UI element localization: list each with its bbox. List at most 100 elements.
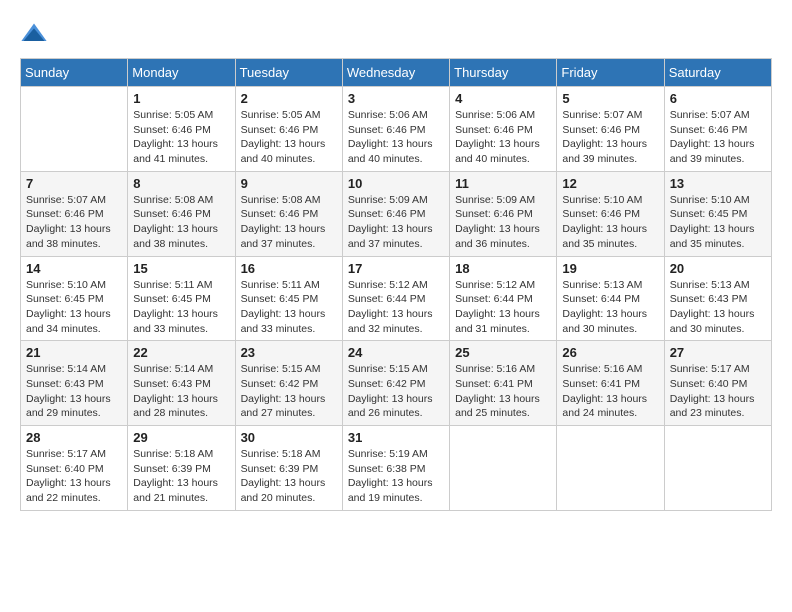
day-info: Sunrise: 5:12 AM Sunset: 6:44 PM Dayligh… [348, 278, 444, 337]
day-number: 5 [562, 91, 658, 106]
calendar-cell: 11 Sunrise: 5:09 AM Sunset: 6:46 PM Dayli… [450, 171, 557, 256]
calendar-cell: 22 Sunrise: 5:14 AM Sunset: 6:43 PM Dayli… [128, 341, 235, 426]
weekday-sunday: Sunday [21, 59, 128, 87]
day-info: Sunrise: 5:17 AM Sunset: 6:40 PM Dayligh… [670, 362, 766, 421]
day-number: 16 [241, 261, 337, 276]
calendar-cell [450, 426, 557, 511]
calendar-cell: 5 Sunrise: 5:07 AM Sunset: 6:46 PM Daylig… [557, 87, 664, 172]
calendar-cell: 19 Sunrise: 5:13 AM Sunset: 6:44 PM Dayli… [557, 256, 664, 341]
day-info: Sunrise: 5:18 AM Sunset: 6:39 PM Dayligh… [241, 447, 337, 506]
calendar-cell: 20 Sunrise: 5:13 AM Sunset: 6:43 PM Dayli… [664, 256, 771, 341]
calendar-cell: 6Sunrise: 5:07 AM Sunset: 6:46 PM Daylig… [664, 87, 771, 172]
day-info: Sunrise: 5:08 AM Sunset: 6:46 PM Dayligh… [133, 193, 229, 252]
day-number: 20 [670, 261, 766, 276]
calendar-cell: 31Sunrise: 5:19 AM Sunset: 6:38 PM Dayli… [342, 426, 449, 511]
calendar-cell: 24 Sunrise: 5:15 AM Sunset: 6:42 PM Dayli… [342, 341, 449, 426]
calendar-cell: 9 Sunrise: 5:08 AM Sunset: 6:46 PM Daylig… [235, 171, 342, 256]
calendar-cell: 12 Sunrise: 5:10 AM Sunset: 6:46 PM Dayli… [557, 171, 664, 256]
day-number: 27 [670, 345, 766, 360]
calendar-cell: 28Sunrise: 5:17 AM Sunset: 6:40 PM Dayli… [21, 426, 128, 511]
day-number: 10 [348, 176, 444, 191]
day-number: 14 [26, 261, 122, 276]
calendar-cell [664, 426, 771, 511]
calendar-cell: 2 Sunrise: 5:05 AM Sunset: 6:46 PM Daylig… [235, 87, 342, 172]
calendar-cell [21, 87, 128, 172]
day-info: Sunrise: 5:09 AM Sunset: 6:46 PM Dayligh… [455, 193, 551, 252]
day-number: 17 [348, 261, 444, 276]
day-info: Sunrise: 5:14 AM Sunset: 6:43 PM Dayligh… [26, 362, 122, 421]
day-info: Sunrise: 5:18 AM Sunset: 6:39 PM Dayligh… [133, 447, 229, 506]
day-info: Sunrise: 5:07 AM Sunset: 6:46 PM Dayligh… [670, 108, 766, 167]
calendar-cell: 18 Sunrise: 5:12 AM Sunset: 6:44 PM Dayli… [450, 256, 557, 341]
day-number: 4 [455, 91, 551, 106]
calendar-cell: 8 Sunrise: 5:08 AM Sunset: 6:46 PM Daylig… [128, 171, 235, 256]
weekday-monday: Monday [128, 59, 235, 87]
day-number: 7 [26, 176, 122, 191]
day-info: Sunrise: 5:16 AM Sunset: 6:41 PM Dayligh… [455, 362, 551, 421]
day-info: Sunrise: 5:07 AM Sunset: 6:46 PM Dayligh… [26, 193, 122, 252]
day-info: Sunrise: 5:10 AM Sunset: 6:46 PM Dayligh… [562, 193, 658, 252]
day-info: Sunrise: 5:10 AM Sunset: 6:45 PM Dayligh… [26, 278, 122, 337]
week-row-1: 1 Sunrise: 5:05 AM Sunset: 6:46 PM Daylig… [21, 87, 772, 172]
weekday-thursday: Thursday [450, 59, 557, 87]
day-info: Sunrise: 5:06 AM Sunset: 6:46 PM Dayligh… [348, 108, 444, 167]
day-number: 9 [241, 176, 337, 191]
calendar-cell: 25Sunrise: 5:16 AM Sunset: 6:41 PM Dayli… [450, 341, 557, 426]
weekday-tuesday: Tuesday [235, 59, 342, 87]
calendar-cell: 4 Sunrise: 5:06 AM Sunset: 6:46 PM Daylig… [450, 87, 557, 172]
day-number: 12 [562, 176, 658, 191]
day-info: Sunrise: 5:13 AM Sunset: 6:43 PM Dayligh… [670, 278, 766, 337]
calendar-cell: 17 Sunrise: 5:12 AM Sunset: 6:44 PM Dayli… [342, 256, 449, 341]
week-row-2: 7 Sunrise: 5:07 AM Sunset: 6:46 PM Daylig… [21, 171, 772, 256]
day-info: Sunrise: 5:14 AM Sunset: 6:43 PM Dayligh… [133, 362, 229, 421]
calendar-cell: 7 Sunrise: 5:07 AM Sunset: 6:46 PM Daylig… [21, 171, 128, 256]
day-number: 24 [348, 345, 444, 360]
calendar-table: SundayMondayTuesdayWednesdayThursdayFrid… [20, 58, 772, 511]
day-info: Sunrise: 5:12 AM Sunset: 6:44 PM Dayligh… [455, 278, 551, 337]
day-number: 2 [241, 91, 337, 106]
day-info: Sunrise: 5:05 AM Sunset: 6:46 PM Dayligh… [241, 108, 337, 167]
logo [20, 20, 50, 48]
calendar-cell [557, 426, 664, 511]
day-number: 3 [348, 91, 444, 106]
logo-icon [20, 20, 48, 48]
calendar-cell: 14 Sunrise: 5:10 AM Sunset: 6:45 PM Dayli… [21, 256, 128, 341]
day-number: 18 [455, 261, 551, 276]
day-info: Sunrise: 5:06 AM Sunset: 6:46 PM Dayligh… [455, 108, 551, 167]
day-info: Sunrise: 5:13 AM Sunset: 6:44 PM Dayligh… [562, 278, 658, 337]
day-info: Sunrise: 5:17 AM Sunset: 6:40 PM Dayligh… [26, 447, 122, 506]
day-number: 11 [455, 176, 551, 191]
calendar-cell: 15Sunrise: 5:11 AM Sunset: 6:45 PM Dayli… [128, 256, 235, 341]
calendar-cell: 13 Sunrise: 5:10 AM Sunset: 6:45 PM Dayli… [664, 171, 771, 256]
calendar-cell: 21 Sunrise: 5:14 AM Sunset: 6:43 PM Dayli… [21, 341, 128, 426]
calendar-cell: 27 Sunrise: 5:17 AM Sunset: 6:40 PM Dayli… [664, 341, 771, 426]
day-info: Sunrise: 5:11 AM Sunset: 6:45 PM Dayligh… [133, 278, 229, 337]
day-number: 1 [133, 91, 229, 106]
weekday-header-row: SundayMondayTuesdayWednesdayThursdayFrid… [21, 59, 772, 87]
day-info: Sunrise: 5:08 AM Sunset: 6:46 PM Dayligh… [241, 193, 337, 252]
day-number: 29 [133, 430, 229, 445]
day-number: 13 [670, 176, 766, 191]
weekday-wednesday: Wednesday [342, 59, 449, 87]
day-info: Sunrise: 5:19 AM Sunset: 6:38 PM Dayligh… [348, 447, 444, 506]
page-header [20, 20, 772, 48]
day-info: Sunrise: 5:10 AM Sunset: 6:45 PM Dayligh… [670, 193, 766, 252]
calendar-cell: 23Sunrise: 5:15 AM Sunset: 6:42 PM Dayli… [235, 341, 342, 426]
day-number: 30 [241, 430, 337, 445]
day-number: 26 [562, 345, 658, 360]
day-number: 22 [133, 345, 229, 360]
calendar-cell: 1 Sunrise: 5:05 AM Sunset: 6:46 PM Daylig… [128, 87, 235, 172]
week-row-3: 14 Sunrise: 5:10 AM Sunset: 6:45 PM Dayli… [21, 256, 772, 341]
day-number: 19 [562, 261, 658, 276]
day-number: 21 [26, 345, 122, 360]
calendar-cell: 26Sunrise: 5:16 AM Sunset: 6:41 PM Dayli… [557, 341, 664, 426]
calendar-cell: 16Sunrise: 5:11 AM Sunset: 6:45 PM Dayli… [235, 256, 342, 341]
day-info: Sunrise: 5:15 AM Sunset: 6:42 PM Dayligh… [241, 362, 337, 421]
day-info: Sunrise: 5:15 AM Sunset: 6:42 PM Dayligh… [348, 362, 444, 421]
day-info: Sunrise: 5:05 AM Sunset: 6:46 PM Dayligh… [133, 108, 229, 167]
calendar-cell: 3 Sunrise: 5:06 AM Sunset: 6:46 PM Daylig… [342, 87, 449, 172]
day-number: 8 [133, 176, 229, 191]
calendar-cell: 10Sunrise: 5:09 AM Sunset: 6:46 PM Dayli… [342, 171, 449, 256]
calendar-cell: 30 Sunrise: 5:18 AM Sunset: 6:39 PM Dayli… [235, 426, 342, 511]
day-info: Sunrise: 5:07 AM Sunset: 6:46 PM Dayligh… [562, 108, 658, 167]
